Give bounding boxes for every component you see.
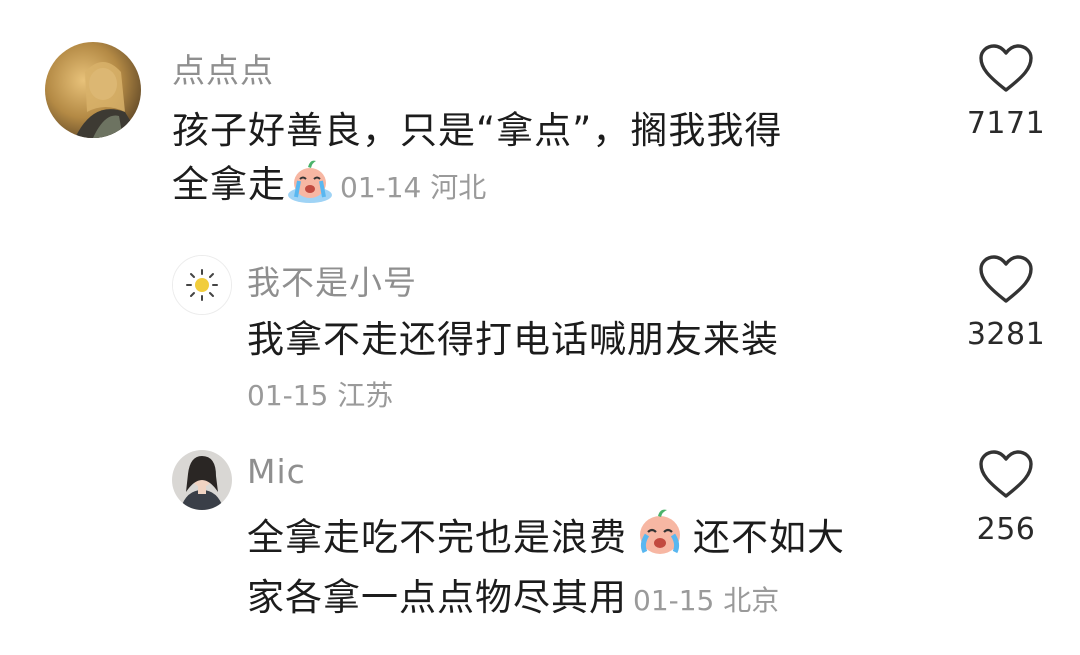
comment-text-line: 孩子好善良，只是“拿点”，搁我我得 — [172, 109, 783, 152]
comment-location: 北京 — [723, 584, 780, 617]
like-count: 256 — [976, 512, 1036, 547]
like-count: 3281 — [966, 317, 1046, 352]
comment-meta: 01-15 江苏 — [247, 374, 393, 414]
comment-text: 全拿走吃不完也是浪费 还不如大 家各拿一点点物尽其用 01-15 北京 — [247, 508, 937, 628]
comment-date: 01-15 — [633, 584, 715, 617]
like-count: 7171 — [966, 106, 1046, 141]
comment-location: 河北 — [430, 171, 487, 204]
comment-text-segment: 全拿走吃不完也是浪费 — [247, 516, 627, 559]
like-button[interactable]: 256 — [961, 450, 1051, 547]
comment-date: 01-14 — [340, 171, 422, 204]
comment-1: 点点点 孩子好善良，只是“拿点”，搁我我得 全拿走 01-14 河北 7171 — [0, 0, 1080, 230]
username[interactable]: 我不是小号 — [247, 256, 417, 304]
avatar[interactable] — [172, 450, 232, 510]
avatar[interactable] — [45, 42, 141, 138]
comment-text: 我拿不走还得打电话喊朋友来装 — [247, 313, 927, 367]
comment-meta: 01-14 河北 — [340, 171, 486, 204]
comment-2: 我不是小号 我拿不走还得打电话喊朋友来装 01-15 江苏 3281 — [0, 230, 1080, 430]
like-button[interactable]: 3281 — [961, 255, 1051, 352]
heart-outline-icon — [979, 44, 1033, 92]
like-button[interactable]: 7171 — [961, 44, 1051, 141]
comment-meta: 01-15 北京 — [633, 584, 779, 617]
comment-text-segment: 还不如大 — [693, 516, 845, 559]
heart-outline-icon — [979, 255, 1033, 303]
comment-text-line: 我拿不走还得打电话喊朋友来装 — [247, 318, 779, 361]
comment-location: 江苏 — [337, 379, 394, 412]
comment-text: 孩子好善良，只是“拿点”，搁我我得 全拿走 01-14 河北 — [172, 104, 932, 218]
heart-outline-icon — [979, 450, 1033, 498]
comment-text-line: 全拿走 01-14 河北 — [172, 158, 932, 218]
comment-text-segment: 家各拿一点点物尽其用 — [247, 576, 627, 619]
username[interactable]: 点点点 — [172, 44, 274, 92]
comment-text-line: 全拿走吃不完也是浪费 还不如大 — [247, 508, 937, 571]
avatar[interactable] — [172, 255, 232, 315]
crying-face-emoji — [635, 508, 685, 571]
comment-date: 01-15 — [247, 379, 329, 412]
sun-icon — [173, 256, 231, 314]
comment-3: Mic 全拿走吃不完也是浪费 还不如大 家各拿一点点物尽其用 01-15 北京 2… — [0, 430, 1080, 655]
crying-face-emoji — [286, 159, 334, 218]
comment-text-segment: 全拿走 — [172, 163, 286, 206]
username[interactable]: Mic — [247, 452, 306, 491]
comment-text-line: 家各拿一点点物尽其用 01-15 北京 — [247, 571, 937, 628]
